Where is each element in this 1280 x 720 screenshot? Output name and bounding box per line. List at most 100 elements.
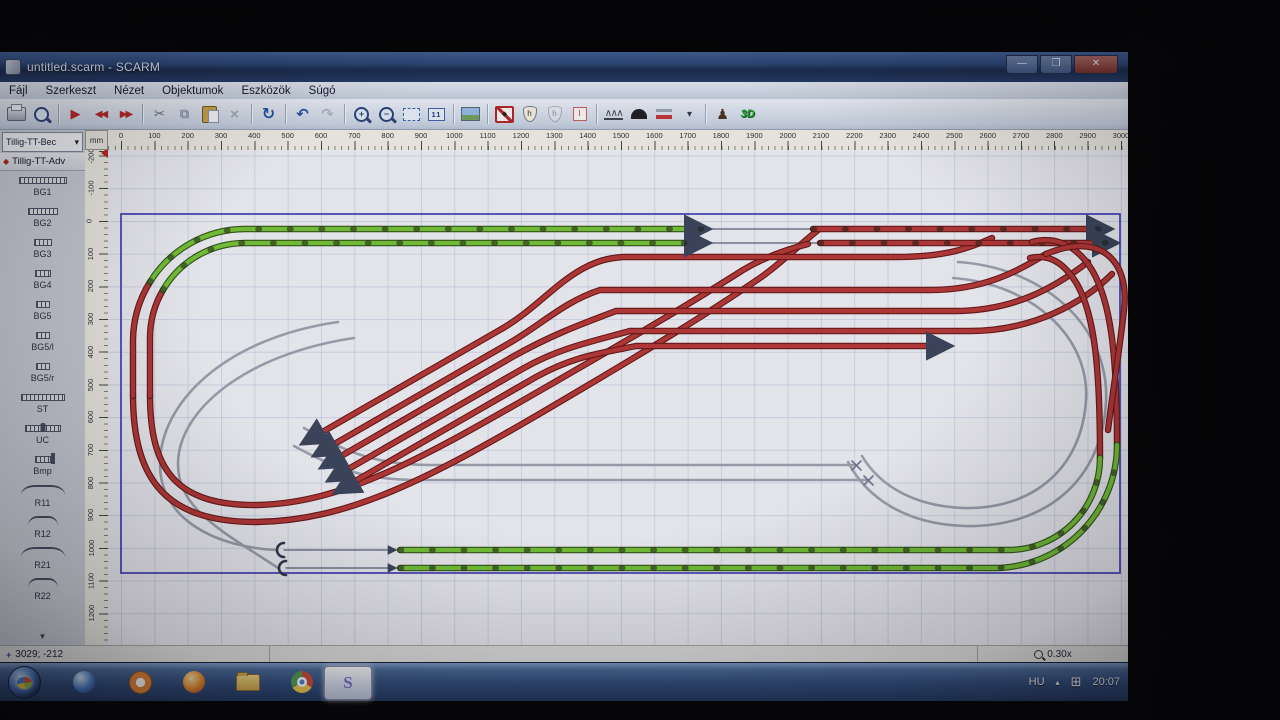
- library-item-label: BG5/r: [31, 373, 55, 383]
- copy-button[interactable]: ⧉: [173, 103, 196, 126]
- track-piece-icon: [36, 363, 50, 370]
- left-curve-red-inner[interactable]: [150, 290, 163, 396]
- green-bottom-inner[interactable]: [400, 458, 1100, 550]
- sidebar-scroll-down-arrow[interactable]: ▼: [39, 632, 47, 641]
- delete-button[interactable]: ×: [223, 103, 246, 126]
- taskbar-app-orange-icon: [129, 671, 152, 694]
- zoom-in-button[interactable]: +: [350, 103, 373, 126]
- library-item-bg5-r[interactable]: BG5/r: [0, 357, 85, 388]
- library-item-st[interactable]: ST: [0, 388, 85, 419]
- library-item-bg1[interactable]: BG1: [0, 171, 85, 202]
- library-item-bmp[interactable]: Bmp: [0, 450, 85, 481]
- library-selector-label: Tillig-TT-Bec: [6, 137, 56, 147]
- track-piece-icon: [34, 239, 52, 246]
- library-item-bg2[interactable]: BG2: [0, 202, 85, 233]
- minimize-button[interactable]: —: [1006, 55, 1038, 74]
- h-ruler-label: 100: [148, 131, 161, 140]
- baseboard-caret-icon: ▾: [687, 109, 690, 120]
- track-piece-icon: [21, 485, 65, 495]
- undo-button[interactable]: ↶: [291, 103, 314, 126]
- v-ruler-label: 200: [86, 280, 95, 293]
- library-item-r22[interactable]: R22: [0, 574, 85, 605]
- chevron-down-icon: ▾: [74, 137, 79, 148]
- h-ruler-label: 1800: [713, 131, 730, 140]
- rotate-button-icon: ↻: [262, 104, 275, 124]
- menu-s-g-[interactable]: Súgó: [300, 82, 345, 99]
- toolbar: ▶◀◀▶▶✂⧉×↻↶↷+−11◆hhI∧∧∧▾♟3D: [0, 99, 1128, 130]
- next-step-button[interactable]: ▶▶: [114, 103, 137, 126]
- taskbar-scarm[interactable]: S: [324, 666, 372, 700]
- cut-button[interactable]: ✂: [148, 103, 171, 126]
- green-top-2[interactable]: [163, 243, 706, 290]
- restore-button[interactable]: ❐: [1040, 55, 1072, 74]
- toolbar-separator: [596, 104, 597, 124]
- tunnel-button-icon: [631, 109, 647, 119]
- track-piece-icon: [36, 301, 50, 308]
- zoom-fit-button[interactable]: [400, 103, 423, 126]
- yard-track-1[interactable]: [305, 238, 992, 442]
- run-train-button-icon: ▶: [71, 106, 81, 122]
- run-train-button[interactable]: ▶: [64, 103, 87, 126]
- language-indicator[interactable]: HU: [1029, 676, 1045, 688]
- v-ruler-label: 500: [86, 378, 95, 391]
- print-button[interactable]: [5, 103, 28, 126]
- h-ruler-label: 2400: [913, 131, 930, 140]
- baseboard-button[interactable]: [652, 103, 675, 126]
- taskbar-chrome[interactable]: [290, 670, 314, 694]
- background-image-button[interactable]: [459, 103, 482, 126]
- bridge-button[interactable]: ∧∧∧: [602, 103, 625, 126]
- flex-track-button[interactable]: I: [568, 103, 591, 126]
- zoom-1-1-button[interactable]: 11: [425, 103, 448, 126]
- library-item-r21[interactable]: R21: [0, 543, 85, 574]
- v-ruler-label: -100: [87, 181, 96, 196]
- start-button[interactable]: [8, 666, 41, 699]
- menu-eszk-z-k[interactable]: Eszközök: [232, 82, 299, 99]
- free-right-circle-outer[interactable]: [848, 262, 1106, 526]
- library-item-r12[interactable]: R12: [0, 512, 85, 543]
- green-bottom-inner-outline: [400, 458, 1100, 550]
- prev-step-button-icon: ◀◀: [95, 109, 106, 120]
- zoom-out-button[interactable]: −: [375, 103, 398, 126]
- library-item-bg4[interactable]: BG4: [0, 264, 85, 295]
- taskbar-app-orange[interactable]: [128, 670, 152, 694]
- tray-expand-icon[interactable]: ▴: [1056, 678, 1060, 687]
- rotate-button[interactable]: ↻: [257, 103, 280, 126]
- library-selector[interactable]: Tillig-TT-Bec ▾: [2, 132, 83, 152]
- library-active-header[interactable]: ◆ Tillig-TT-Adv: [0, 153, 85, 171]
- figures-button[interactable]: ♟: [711, 103, 734, 126]
- close-button[interactable]: ✕: [1074, 55, 1118, 74]
- h-ruler-label: 300: [215, 131, 228, 140]
- tray-grid-icon[interactable]: ⊞: [1071, 674, 1082, 690]
- print-preview-button[interactable]: [30, 103, 53, 126]
- menu-f-jl[interactable]: Fájl: [0, 82, 37, 99]
- menu-objektumok[interactable]: Objektumok: [153, 82, 232, 99]
- heights-off-button[interactable]: ◆: [493, 103, 516, 126]
- taskbar-explorer[interactable]: [236, 670, 260, 694]
- tunnel-button[interactable]: [627, 103, 650, 126]
- h-ruler-label: 1900: [746, 131, 763, 140]
- menu-n-zet[interactable]: Nézet: [105, 82, 153, 99]
- background-image-button-icon: [461, 107, 480, 121]
- height-point-alt-button[interactable]: h: [543, 103, 566, 126]
- library-item-bg5-l[interactable]: BG5/l: [0, 326, 85, 357]
- buffer-stop-1[interactable]: [277, 543, 284, 557]
- baseboard-caret[interactable]: ▾: [677, 103, 700, 126]
- paste-button[interactable]: [198, 103, 221, 126]
- layout-canvas[interactable]: [108, 150, 1128, 645]
- h-ruler-label: 2100: [813, 131, 830, 140]
- redo-button[interactable]: ↷: [316, 103, 339, 126]
- height-point-button[interactable]: h: [518, 103, 541, 126]
- library-item-bg3[interactable]: BG3: [0, 233, 85, 264]
- taskbar-firefox[interactable]: [182, 670, 206, 694]
- next-step-button-icon: ▶▶: [120, 109, 131, 120]
- zoom-1-1-button-icon: 11: [428, 108, 445, 121]
- taskbar-app-blue[interactable]: [72, 670, 96, 694]
- menu-szerkeszt[interactable]: Szerkeszt: [37, 82, 106, 99]
- prev-step-button[interactable]: ◀◀: [89, 103, 112, 126]
- undo-button-icon: ↶: [296, 105, 309, 123]
- library-item-uc[interactable]: UC: [0, 419, 85, 450]
- library-item-r11[interactable]: R11: [0, 481, 85, 512]
- ruler-unit-label: mm: [85, 130, 108, 150]
- library-item-bg5[interactable]: BG5: [0, 295, 85, 326]
- view-3d-button[interactable]: 3D: [736, 103, 759, 126]
